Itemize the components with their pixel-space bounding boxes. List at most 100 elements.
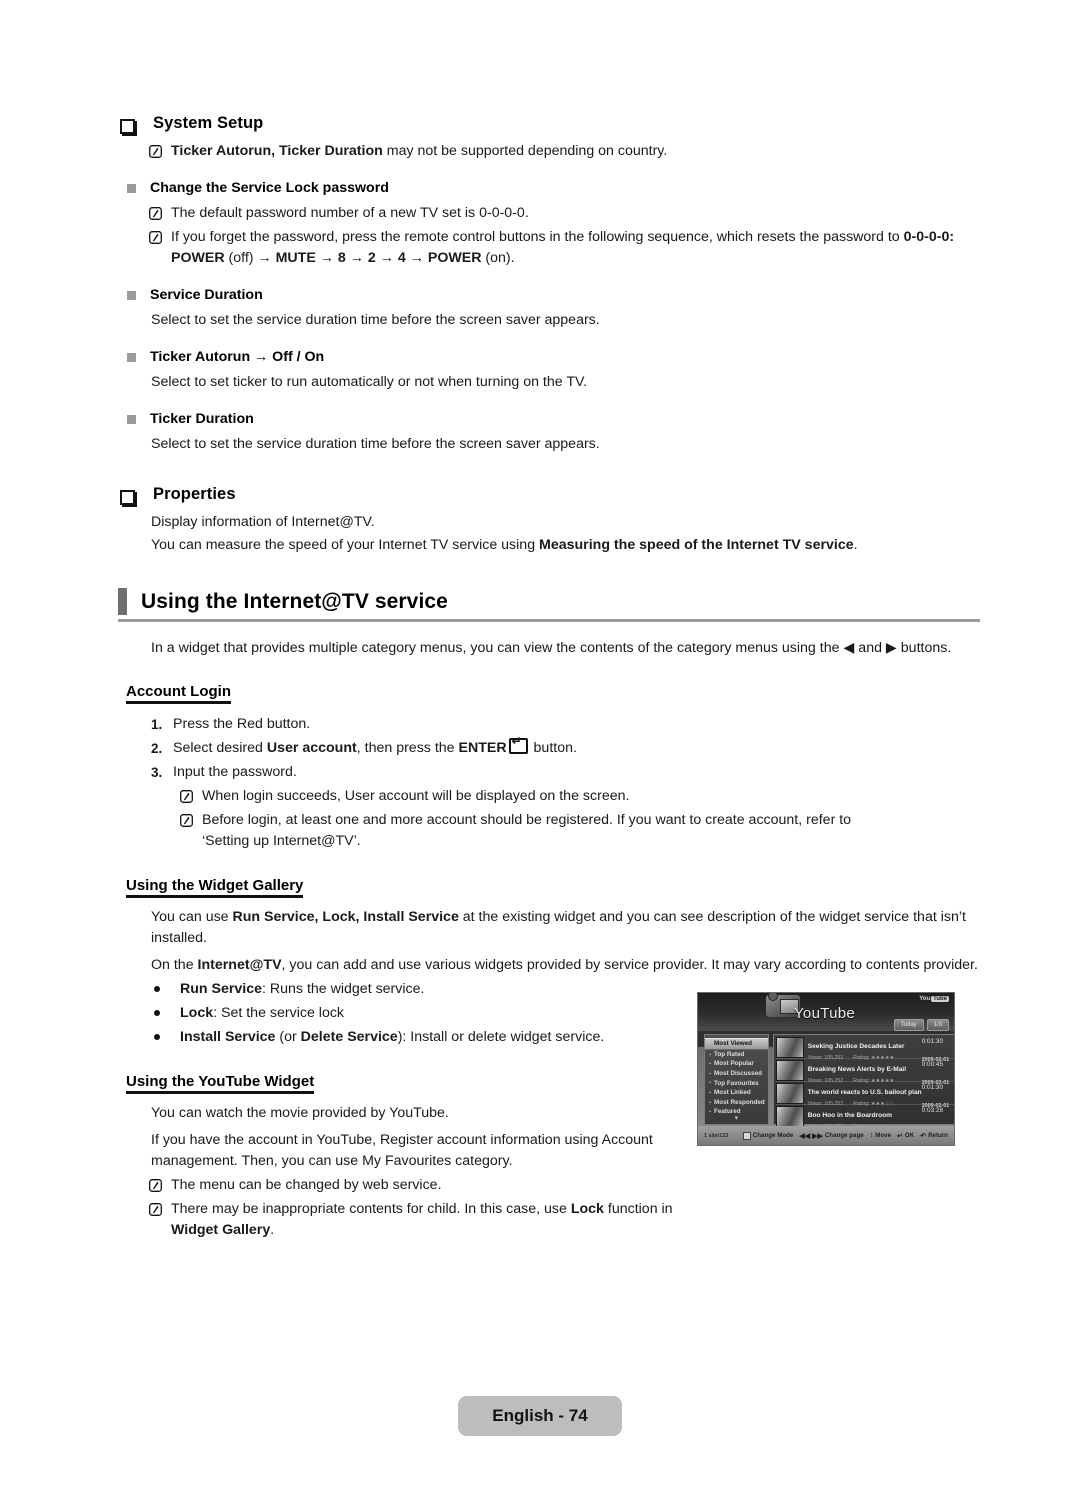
footer-key-hints: Change Mode ◀◀ ▶▶ Change page ↕ Move ↵ O…: [742, 1131, 948, 1140]
gray-square-bullet-icon: [127, 415, 136, 424]
heading-service-duration: Service Duration: [118, 285, 980, 305]
square-key-icon: [742, 1131, 751, 1140]
note-ticker-support: Ticker Autorun, Ticker Duration may not …: [118, 141, 980, 162]
video-duration: 0:01:30: [921, 1037, 944, 1045]
step-number: 3.: [151, 765, 163, 780]
youtube-video-list: Seeking Justice Decades Later Views: 105…: [772, 1034, 954, 1132]
subsection-title: Change the Service Lock password: [150, 180, 389, 196]
section-divider: [118, 619, 980, 622]
video-title: Boo Hoo in the Boardroom: [807, 1111, 892, 1119]
video-title: The world reacts to U.S. bailout plan: [807, 1088, 922, 1096]
subsection-title: Service Duration: [150, 287, 263, 303]
service-duration-body: Select to set the service duration time …: [151, 312, 600, 328]
logo-tube: Tube: [931, 996, 949, 1002]
video-duration: 0:03:28: [921, 1106, 944, 1114]
note-text: Before login, at least one and more acco…: [202, 812, 852, 849]
widget-gallery-paragraph-2: On the Internet@TV, you can add and use …: [151, 957, 978, 973]
heading-ticker-duration: Ticker Duration: [118, 409, 980, 429]
video-thumbnail: [775, 1037, 804, 1058]
note-pencil-icon: [180, 814, 193, 827]
note-pencil-icon: [149, 1179, 162, 1192]
note-pencil-icon: [149, 207, 162, 220]
category-item-most-viewed[interactable]: Most Viewed: [705, 1038, 768, 1050]
note-pencil-icon: [149, 1203, 162, 1216]
gray-square-bullet-icon: [127, 291, 136, 300]
note-pencil-icon: [180, 790, 193, 803]
step-item: 3. Input the password.: [118, 762, 980, 783]
section-intro-paragraph: In a widget that provides multiple categ…: [151, 640, 952, 656]
note-text: The menu can be changed by web service.: [171, 1177, 442, 1193]
step-text: Press the Red button.: [173, 716, 311, 732]
properties-line-1: Display information of Internet@TV.: [151, 514, 375, 530]
youtube-widget-screenshot: YouTube YouTube Today 1/3 Most Viewed To…: [697, 992, 955, 1146]
rewind-forward-icon: ◀◀ ▶▶: [799, 1132, 823, 1140]
scroll-down-chevron-icon[interactable]: ▾: [705, 1114, 768, 1122]
gray-square-bullet-icon: [127, 353, 136, 362]
right-arrow-icon: ▶: [885, 640, 897, 656]
subheading-youtube-widget: Using the YouTube Widget: [126, 1073, 315, 1094]
key-hint-move[interactable]: ↕ Move: [870, 1132, 891, 1139]
video-duration: 0:00:45: [921, 1060, 944, 1068]
category-item-most-responded[interactable]: Most Responded: [705, 1098, 768, 1108]
video-list-item[interactable]: Boo Hoo in the Boardroom Views: 105,252 …: [775, 1106, 954, 1132]
youtube-paragraph-2: If you have the account in YouTube, Regi…: [151, 1132, 653, 1169]
bullet-text: Lock: Set the service lock: [180, 1005, 345, 1021]
youtube-logo: You Tube: [919, 996, 949, 1002]
subheading-account-login: Account Login: [126, 683, 231, 704]
key-label: Move: [875, 1132, 892, 1139]
widget-gallery-paragraph-1: You can use Run Service, Lock, Install S…: [151, 909, 966, 946]
enter-return-icon: ↵: [897, 1132, 903, 1140]
category-item-top-favourites[interactable]: Top Favourites: [705, 1078, 768, 1088]
system-setup-title: System Setup: [153, 114, 264, 132]
note-text: Ticker Autorun, Ticker Duration may not …: [171, 143, 668, 159]
note-text: There may be inappropriate contents for …: [171, 1201, 673, 1238]
step-item: 1. Press the Red button.: [118, 714, 980, 735]
key-hint-change-mode[interactable]: Change Mode: [742, 1131, 794, 1140]
square-outline-bullet-icon: [120, 490, 135, 505]
return-arrow-icon: ↶: [920, 1132, 927, 1140]
properties-line-2: You can measure the speed of your Intern…: [151, 537, 858, 553]
bullet-text: Run Service: Runs the widget service.: [180, 981, 425, 997]
section-title: Using the Internet@TV service: [141, 589, 448, 613]
button-sequence: POWER (off) → MUTE → 8 → 2 → 4 → POWER (…: [171, 250, 515, 266]
document-page: System Setup Ticker Autorun, Ticker Dura…: [0, 0, 1080, 1488]
key-label: OK: [904, 1132, 915, 1139]
video-duration: 0:01:30: [921, 1083, 944, 1091]
forgot-password-text: If you forget the password, press the re…: [171, 229, 904, 245]
gray-square-bullet-icon: [127, 184, 136, 193]
enter-key-icon: [508, 735, 528, 754]
note-pencil-icon: [149, 145, 162, 158]
bullet-dot-icon: [154, 1010, 160, 1016]
section-accent-bar: [118, 588, 127, 615]
category-item-most-linked[interactable]: Most Linked: [705, 1088, 768, 1098]
video-thumbnail: [775, 1060, 804, 1081]
heading-properties: Properties: [118, 483, 980, 505]
youtube-header-bar: YouTube You Tube Today 1/3: [698, 993, 954, 1031]
category-item-top-rated[interactable]: Top Rated: [705, 1050, 768, 1060]
key-hint-ok[interactable]: ↵ OK: [897, 1132, 914, 1140]
video-title: Seeking Justice Decades Later: [807, 1042, 905, 1050]
youtube-category-sidebar: Most Viewed Top Rated Most Popular Most …: [704, 1034, 769, 1125]
ticker-autorun-body: Select to set ticker to run automaticall…: [151, 374, 588, 390]
step-item: 2. Select desired User account, then pre…: [118, 735, 980, 759]
bullet-dot-icon: [154, 1034, 160, 1040]
key-label: Change Mode: [752, 1132, 794, 1139]
subsection-title: Ticker Autorun → Off / On: [150, 349, 325, 365]
category-item-most-discussed[interactable]: Most Discussed: [705, 1069, 768, 1079]
step-text: Input the password.: [173, 764, 297, 780]
category-item-most-popular[interactable]: Most Popular: [705, 1059, 768, 1069]
chip-today[interactable]: Today: [893, 1019, 924, 1031]
key-hint-change-page[interactable]: ◀◀ ▶▶ Change page: [799, 1132, 863, 1140]
youtube-paragraph-1: You can watch the movie provided by YouT…: [151, 1105, 449, 1121]
heading-change-service-lock-password: Change the Service Lock password: [118, 178, 980, 198]
note-text: If you forget the password, press the re…: [171, 227, 980, 269]
key-hint-return[interactable]: ↶ Return: [920, 1132, 948, 1140]
youtube-footer-bar: 1 site/123 Change Mode ◀◀ ▶▶ Change page…: [698, 1126, 954, 1145]
square-outline-bullet-icon: [120, 119, 135, 134]
step-text: Select desired User account, then press …: [173, 735, 577, 759]
subsection-title: Ticker Duration: [150, 411, 254, 427]
note-menu-changed: The menu can be changed by web service.: [118, 1175, 980, 1196]
properties-title: Properties: [153, 485, 236, 503]
note-text: The default password number of a new TV …: [171, 205, 529, 221]
key-label: Return: [928, 1132, 948, 1139]
